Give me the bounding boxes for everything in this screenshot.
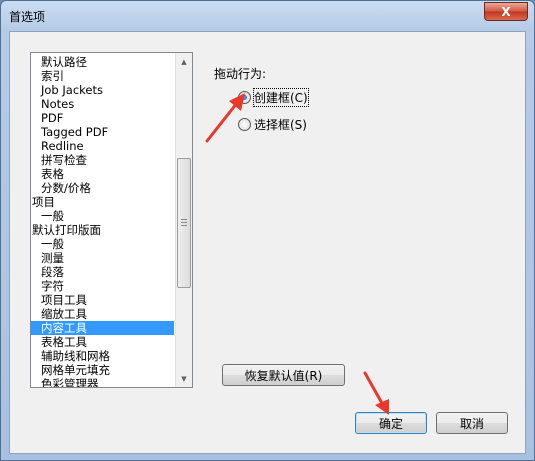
grip-icon bbox=[181, 219, 187, 226]
category-list-item[interactable]: 测量 bbox=[31, 251, 174, 265]
category-list-item[interactable]: 色彩管理器 bbox=[31, 377, 174, 387]
category-list-item[interactable]: 分数/价格 bbox=[31, 181, 174, 195]
radio-unchecked-icon[interactable] bbox=[238, 117, 251, 131]
category-list-item[interactable]: 辅助线和网格 bbox=[31, 349, 174, 363]
category-list-item[interactable]: 段落 bbox=[31, 265, 174, 279]
category-list-item[interactable]: 项目工具 bbox=[31, 293, 174, 307]
cancel-button[interactable]: 取消 bbox=[436, 412, 508, 434]
vertical-scrollbar[interactable]: ▲ ▼ bbox=[175, 53, 192, 387]
scroll-up-arrow-icon[interactable]: ▲ bbox=[176, 53, 192, 70]
category-list-item[interactable]: 字符 bbox=[31, 279, 174, 293]
category-list-item[interactable]: 表格 bbox=[31, 167, 174, 181]
category-list-item[interactable]: 默认打印版面 bbox=[31, 223, 174, 237]
category-list-item[interactable]: 索引 bbox=[31, 69, 174, 83]
category-list-item[interactable]: Redline bbox=[31, 139, 174, 153]
category-list-item[interactable]: 网格单元填充 bbox=[31, 363, 174, 377]
dialog-body: 默认路径 索引 Job Jackets Notes PDF Tagged PDF Redli… bbox=[9, 31, 526, 454]
drag-behavior-label: 拖动行为: bbox=[214, 67, 267, 81]
scroll-thumb[interactable] bbox=[177, 158, 191, 288]
ok-button[interactable]: 确定 bbox=[355, 412, 427, 434]
close-button[interactable]: X bbox=[484, 2, 528, 21]
preferences-category-list[interactable]: 默认路径 索引 Job Jackets Notes PDF Tagged PDF Redli… bbox=[30, 52, 193, 388]
radio-select-box-label[interactable]: 选择框(S) bbox=[254, 116, 307, 133]
radio-select-box[interactable]: 选择框(S) bbox=[238, 116, 307, 132]
category-list-item[interactable]: 一般 bbox=[31, 209, 174, 223]
category-list-item[interactable]: 项目 bbox=[31, 195, 174, 209]
restore-defaults-button[interactable]: 恢复默认值(R) bbox=[222, 364, 345, 386]
category-list-item[interactable]: 拼写检查 bbox=[31, 153, 174, 167]
category-list-item[interactable]: Job Jackets bbox=[31, 83, 174, 97]
category-list-item[interactable]: Tagged PDF bbox=[31, 125, 174, 139]
radio-create-box[interactable]: 创建框(C) bbox=[238, 87, 309, 107]
category-list-item[interactable]: 一般 bbox=[31, 237, 174, 251]
category-list-item[interactable]: Notes bbox=[31, 97, 174, 111]
category-list-item[interactable]: PDF bbox=[31, 111, 174, 125]
title-bar[interactable]: 首选项 X bbox=[1, 1, 534, 31]
category-list-item[interactable]: 内容工具 bbox=[31, 321, 174, 335]
radio-checked-icon[interactable] bbox=[238, 90, 251, 104]
category-list-item[interactable]: 表格工具 bbox=[31, 335, 174, 349]
category-list-item[interactable]: 默认路径 bbox=[31, 55, 174, 69]
radio-create-box-label[interactable]: 创建框(C) bbox=[253, 87, 309, 107]
category-list-item[interactable]: 缩放工具 bbox=[31, 307, 174, 321]
preferences-dialog: 首选项 X 默认路径 索引 Job Jackets Notes PDF Tagged PD… bbox=[0, 0, 535, 461]
scroll-down-arrow-icon[interactable]: ▼ bbox=[176, 370, 192, 387]
window-title: 首选项 bbox=[9, 10, 46, 24]
category-list-items: 默认路径 索引 Job Jackets Notes PDF Tagged PDF Redli… bbox=[31, 55, 174, 387]
